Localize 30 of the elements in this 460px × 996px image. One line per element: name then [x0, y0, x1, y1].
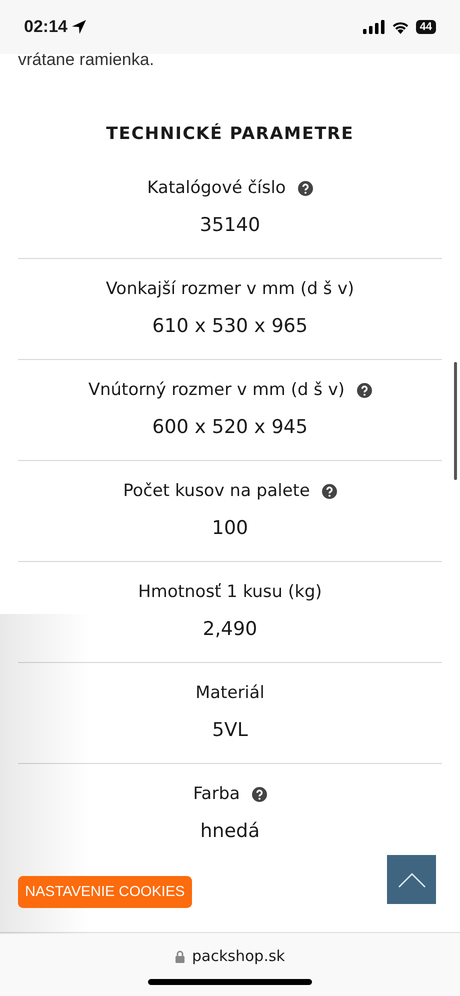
battery-indicator: 44 [416, 20, 436, 34]
help-icon[interactable] [356, 382, 372, 398]
clock: 02:14 [24, 17, 68, 37]
parameter-value: 35140 [200, 214, 260, 236]
help-icon[interactable] [322, 484, 337, 498]
parameter-value: 600 x 520 x 945 [152, 416, 308, 438]
location-arrow-icon [71, 19, 88, 35]
parameter-label: Farba [193, 784, 240, 804]
signal-icon [362, 20, 385, 34]
parameter-label: Vnútorný rozmer v mm (d š v) [88, 380, 345, 400]
parameter-label: Hmotnosť 1 kusu (kg) [138, 582, 322, 602]
parameter-label: Materiál [195, 683, 265, 703]
lock-icon [175, 950, 186, 962]
address-bar[interactable]: packshop.sk [0, 932, 460, 996]
help-icon[interactable] [252, 786, 267, 802]
parameter-value: 610 x 530 x 965 [152, 315, 308, 337]
parameter-label: Katalógové číslo [147, 178, 286, 198]
parameter-value: 5VL [212, 719, 248, 741]
parameter-value: 100 [212, 517, 248, 539]
description-text: vrátane ramienka. [18, 50, 154, 70]
parameter-value: 2,490 [202, 618, 258, 640]
section-title: TECHNICKÉ PARAMETRE [106, 124, 354, 144]
help-icon[interactable] [298, 180, 313, 196]
parameter-label: Vonkajší rozmer v mm (d š v) [106, 279, 354, 299]
wifi-icon [390, 20, 410, 34]
scroll-to-top-button[interactable] [387, 855, 436, 904]
parameter-label: Počet kusov na palete [123, 481, 310, 501]
parameter-value: hnedá [200, 820, 260, 842]
url-text: packshop.sk [192, 947, 285, 965]
chevron-up-icon [398, 872, 426, 888]
